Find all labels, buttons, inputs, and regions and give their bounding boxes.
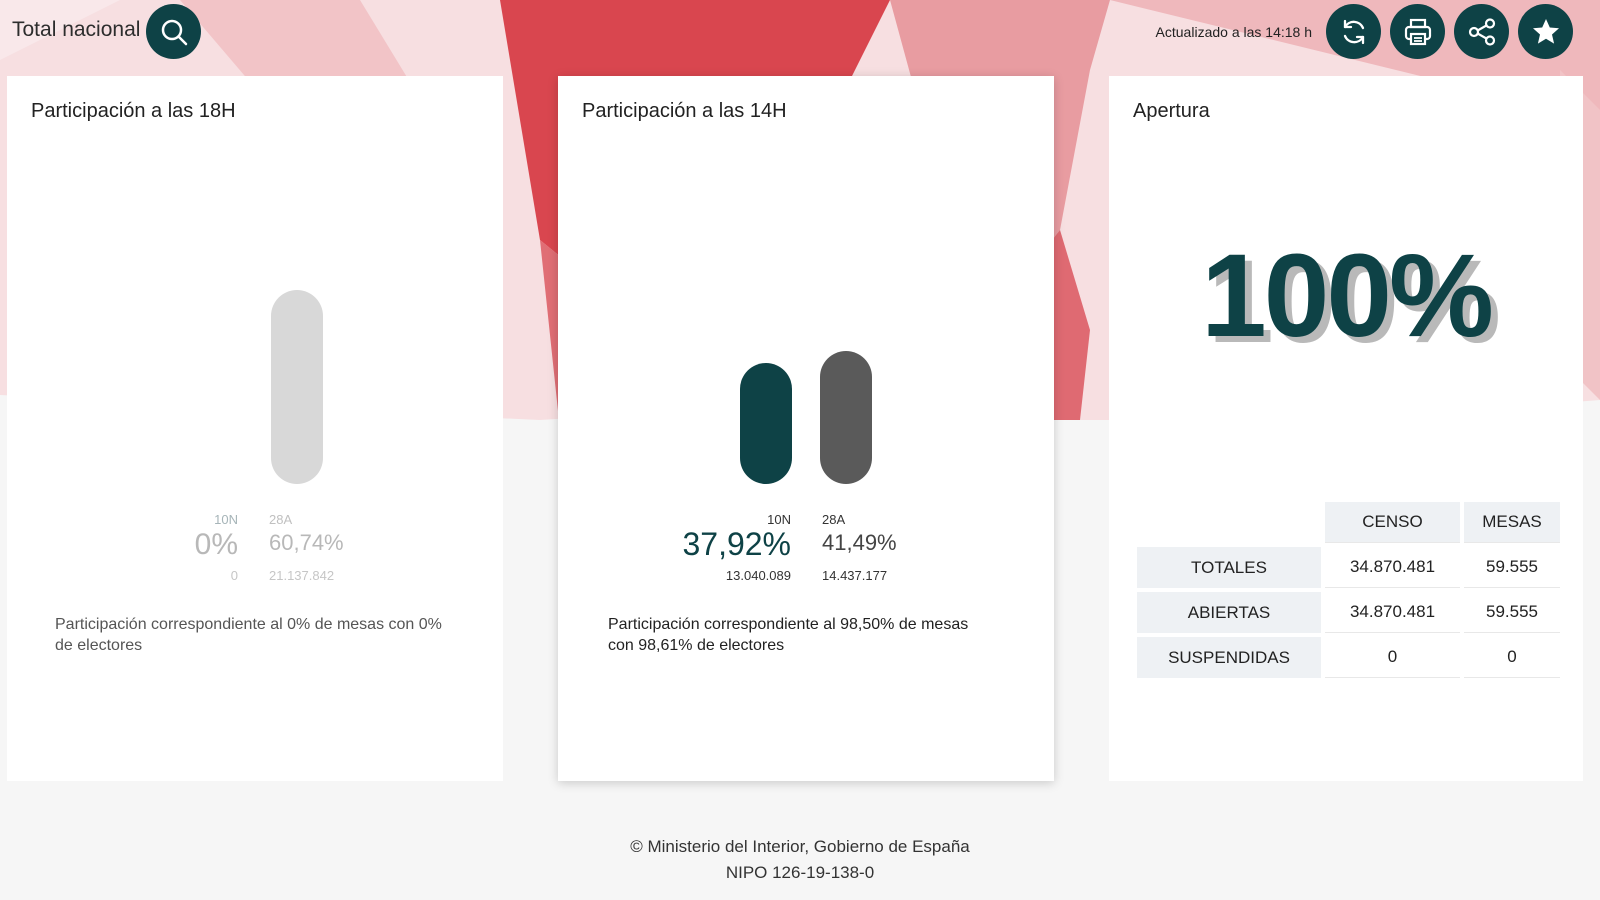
previous-participation-bar bbox=[271, 290, 323, 484]
current-participation-percent: 0% bbox=[194, 528, 238, 561]
table-header-row: CENSO MESAS bbox=[1137, 502, 1560, 543]
table-row: TOTALES 34.870.481 59.555 bbox=[1137, 547, 1560, 588]
previous-election-label: 28A bbox=[822, 512, 846, 527]
copyright-text: © Ministerio del Interior, Gobierno de E… bbox=[630, 837, 970, 856]
top-bar: Total nacional Actualizado a las 14:18 h bbox=[0, 0, 1600, 70]
row-label: SUSPENDIDAS bbox=[1137, 637, 1321, 678]
previous-voter-count: 14.437.177 bbox=[822, 568, 888, 583]
participation-14h-card: Participación a las 14H 10N 37,92% 13.04… bbox=[558, 76, 1054, 781]
refresh-button[interactable] bbox=[1326, 4, 1381, 59]
row-label: ABIERTAS bbox=[1137, 592, 1321, 633]
apertura-percent: 100% bbox=[1201, 230, 1494, 362]
nipo-text: NIPO 126-19-138-0 bbox=[725, 863, 875, 882]
previous-participation-percent: 41,49% bbox=[822, 530, 897, 555]
card-title: Participación a las 18H bbox=[31, 100, 236, 122]
table-row: ABIERTAS 34.870.481 59.555 bbox=[1137, 592, 1560, 633]
print-icon bbox=[1404, 18, 1431, 45]
print-button[interactable] bbox=[1390, 4, 1445, 59]
current-election-label: 10N bbox=[767, 512, 791, 527]
censo-cell: 0 bbox=[1325, 637, 1460, 678]
search-button[interactable] bbox=[146, 4, 201, 59]
apertura-table: CENSO MESAS TOTALES 34.870.481 59.555 AB… bbox=[1133, 498, 1564, 682]
updated-timestamp: Actualizado a las 14:18 h bbox=[1155, 24, 1312, 40]
censo-cell: 34.870.481 bbox=[1325, 547, 1460, 588]
previous-election-label: 28A bbox=[269, 512, 293, 527]
current-participation-percent: 37,92% bbox=[682, 526, 791, 562]
row-label: TOTALES bbox=[1137, 547, 1321, 588]
current-voter-count: 13.040.089 bbox=[725, 568, 791, 583]
previous-participation-bar bbox=[820, 351, 872, 484]
apertura-card: Apertura 100% CENSO MESAS TOTALES 34.870… bbox=[1109, 76, 1583, 781]
footer: © Ministerio del Interior, Gobierno de E… bbox=[0, 834, 1600, 886]
column-header-mesas: MESAS bbox=[1464, 502, 1560, 543]
current-voter-count: 0 bbox=[230, 568, 238, 583]
favorite-button[interactable] bbox=[1518, 4, 1573, 59]
share-button[interactable] bbox=[1454, 4, 1509, 59]
share-icon bbox=[1468, 17, 1495, 46]
participation-18h-card: Participación a las 18H 10N 0% 0 28A 60,… bbox=[7, 76, 503, 781]
participation-note: Participación correspondiente al 0% de m… bbox=[55, 616, 442, 654]
column-header-censo: CENSO bbox=[1325, 502, 1460, 543]
censo-cell: 34.870.481 bbox=[1325, 592, 1460, 633]
scope-label: Total nacional bbox=[12, 18, 141, 41]
table-row: SUSPENDIDAS 0 0 bbox=[1137, 637, 1560, 678]
card-title: Apertura bbox=[1133, 100, 1210, 122]
participation-note: Participación correspondiente al 98,50% … bbox=[608, 616, 969, 654]
mesas-cell: 0 bbox=[1464, 637, 1560, 678]
mesas-cell: 59.555 bbox=[1464, 592, 1560, 633]
previous-participation-percent: 60,74% bbox=[269, 530, 344, 555]
mesas-cell: 59.555 bbox=[1464, 547, 1560, 588]
current-participation-bar bbox=[740, 363, 792, 484]
refresh-icon bbox=[1343, 19, 1364, 44]
current-election-label: 10N bbox=[214, 512, 238, 527]
previous-voter-count: 21.137.842 bbox=[269, 568, 335, 583]
card-title: Participación a las 14H bbox=[582, 100, 787, 122]
search-icon bbox=[161, 19, 187, 45]
star-icon bbox=[1532, 18, 1559, 44]
